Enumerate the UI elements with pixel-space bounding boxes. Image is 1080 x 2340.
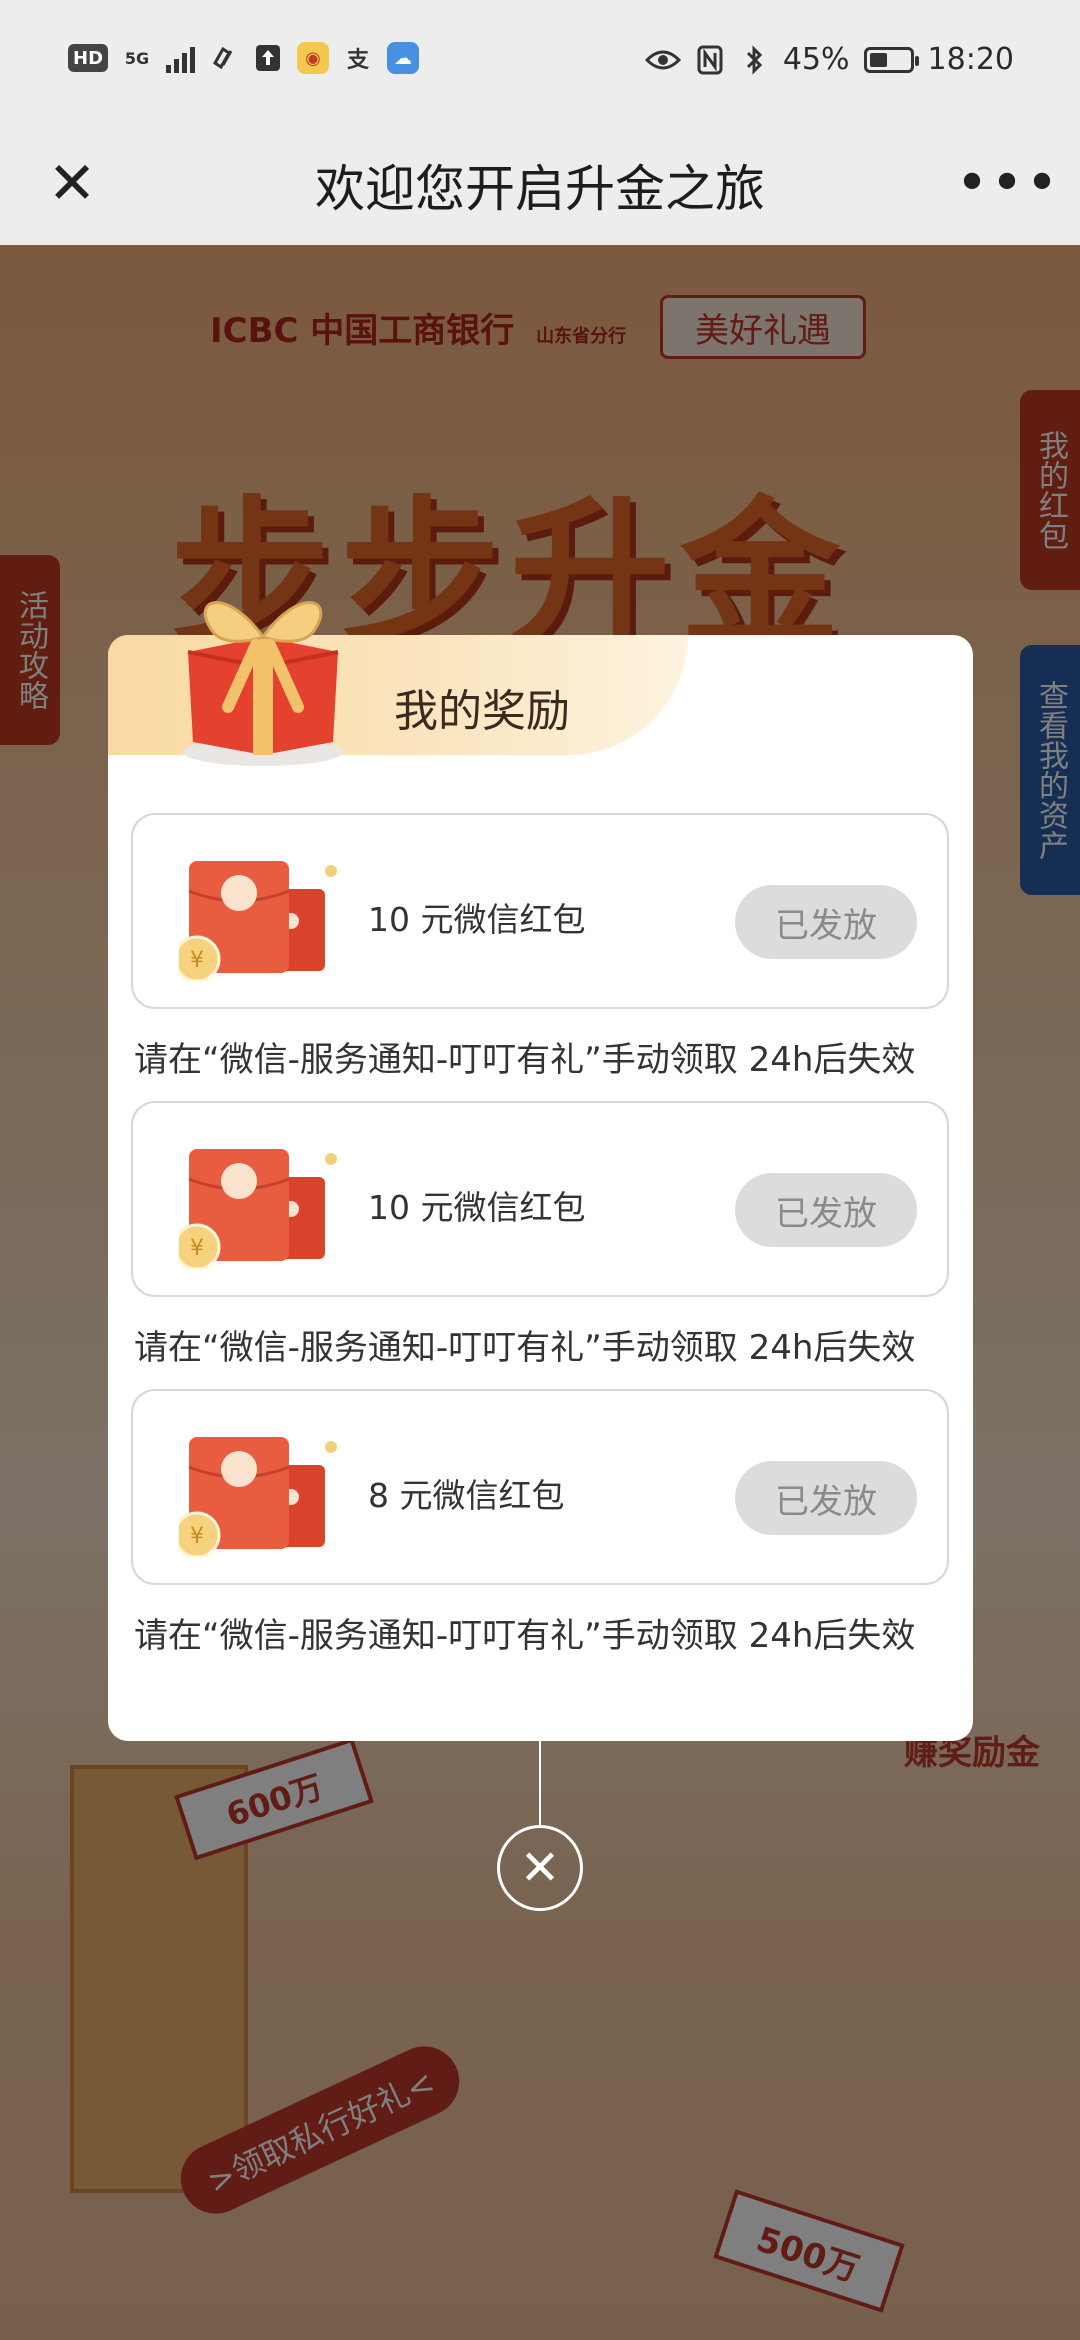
cloud-icon: ☁: [387, 42, 420, 74]
svg-text:¥: ¥: [190, 1236, 204, 1261]
svg-text:¥: ¥: [190, 948, 204, 973]
upload-icon: [253, 42, 283, 74]
nfc-icon: [695, 44, 725, 76]
eye-icon: [644, 44, 681, 76]
alipay-icon: 支: [347, 48, 370, 73]
bluetooth-icon: [739, 44, 769, 76]
issued-button[interactable]: 已发放: [735, 885, 917, 959]
signal-icon: [166, 43, 196, 73]
issued-button[interactable]: 已发放: [735, 1173, 917, 1247]
reward-note: 请在“微信-服务通知-叮叮有礼”手动领取 24h后失效: [134, 1040, 916, 1080]
page-title: 欢迎您开启升金之旅: [315, 160, 765, 218]
red-packet-icon: ¥: [179, 1437, 337, 1557]
status-left-icons: HD 5G ◉ 支 ☁: [68, 42, 420, 74]
reward-note: 请在“微信-服务通知-叮叮有礼”手动领取 24h后失效: [134, 1616, 916, 1656]
battery-icon: [863, 46, 919, 73]
reward-card: ¥ 10 元微信红包 已发放: [131, 813, 949, 1009]
red-packet-icon: ¥: [179, 1149, 337, 1269]
status-right-icons: 45% 18:20: [644, 42, 1014, 77]
gift-box-icon: [183, 601, 343, 766]
rewards-modal: 我的奖励 ¥ 10 元微信红包 已发放 请在“微信-服务通知-叮叮有礼”手动领取…: [108, 601, 973, 1741]
reward-label: 10 元微信红包: [368, 900, 586, 939]
reward-label: 10 元微信红包: [368, 1188, 586, 1227]
red-packet-icon: ¥: [179, 861, 337, 981]
close-connector: [539, 1741, 541, 1825]
more-icon[interactable]: •••: [955, 147, 1058, 219]
battery-percent: 45%: [782, 42, 850, 77]
clock: 18:20: [927, 42, 1014, 77]
weibo-icon: ◉: [297, 42, 330, 74]
modal-title: 我的奖励: [394, 686, 570, 737]
reward-note: 请在“微信-服务通知-叮叮有礼”手动领取 24h后失效: [134, 1328, 916, 1368]
modal-close-icon[interactable]: ✕: [497, 1825, 583, 1911]
network-type: 5G: [124, 48, 150, 68]
reward-card: ¥ 8 元微信红包 已发放: [131, 1389, 949, 1585]
status-bar: HD 5G ◉ 支 ☁ 45% 18:20: [0, 0, 1080, 125]
issued-button[interactable]: 已发放: [735, 1461, 917, 1535]
hd-icon: HD: [68, 44, 109, 72]
svg-text:¥: ¥: [190, 1524, 204, 1549]
link-icon: [209, 42, 239, 74]
reward-card: ¥ 10 元微信红包 已发放: [131, 1101, 949, 1297]
reward-label: 8 元微信红包: [368, 1476, 565, 1515]
nav-bar: ✕ 欢迎您开启升金之旅 •••: [0, 125, 1080, 245]
